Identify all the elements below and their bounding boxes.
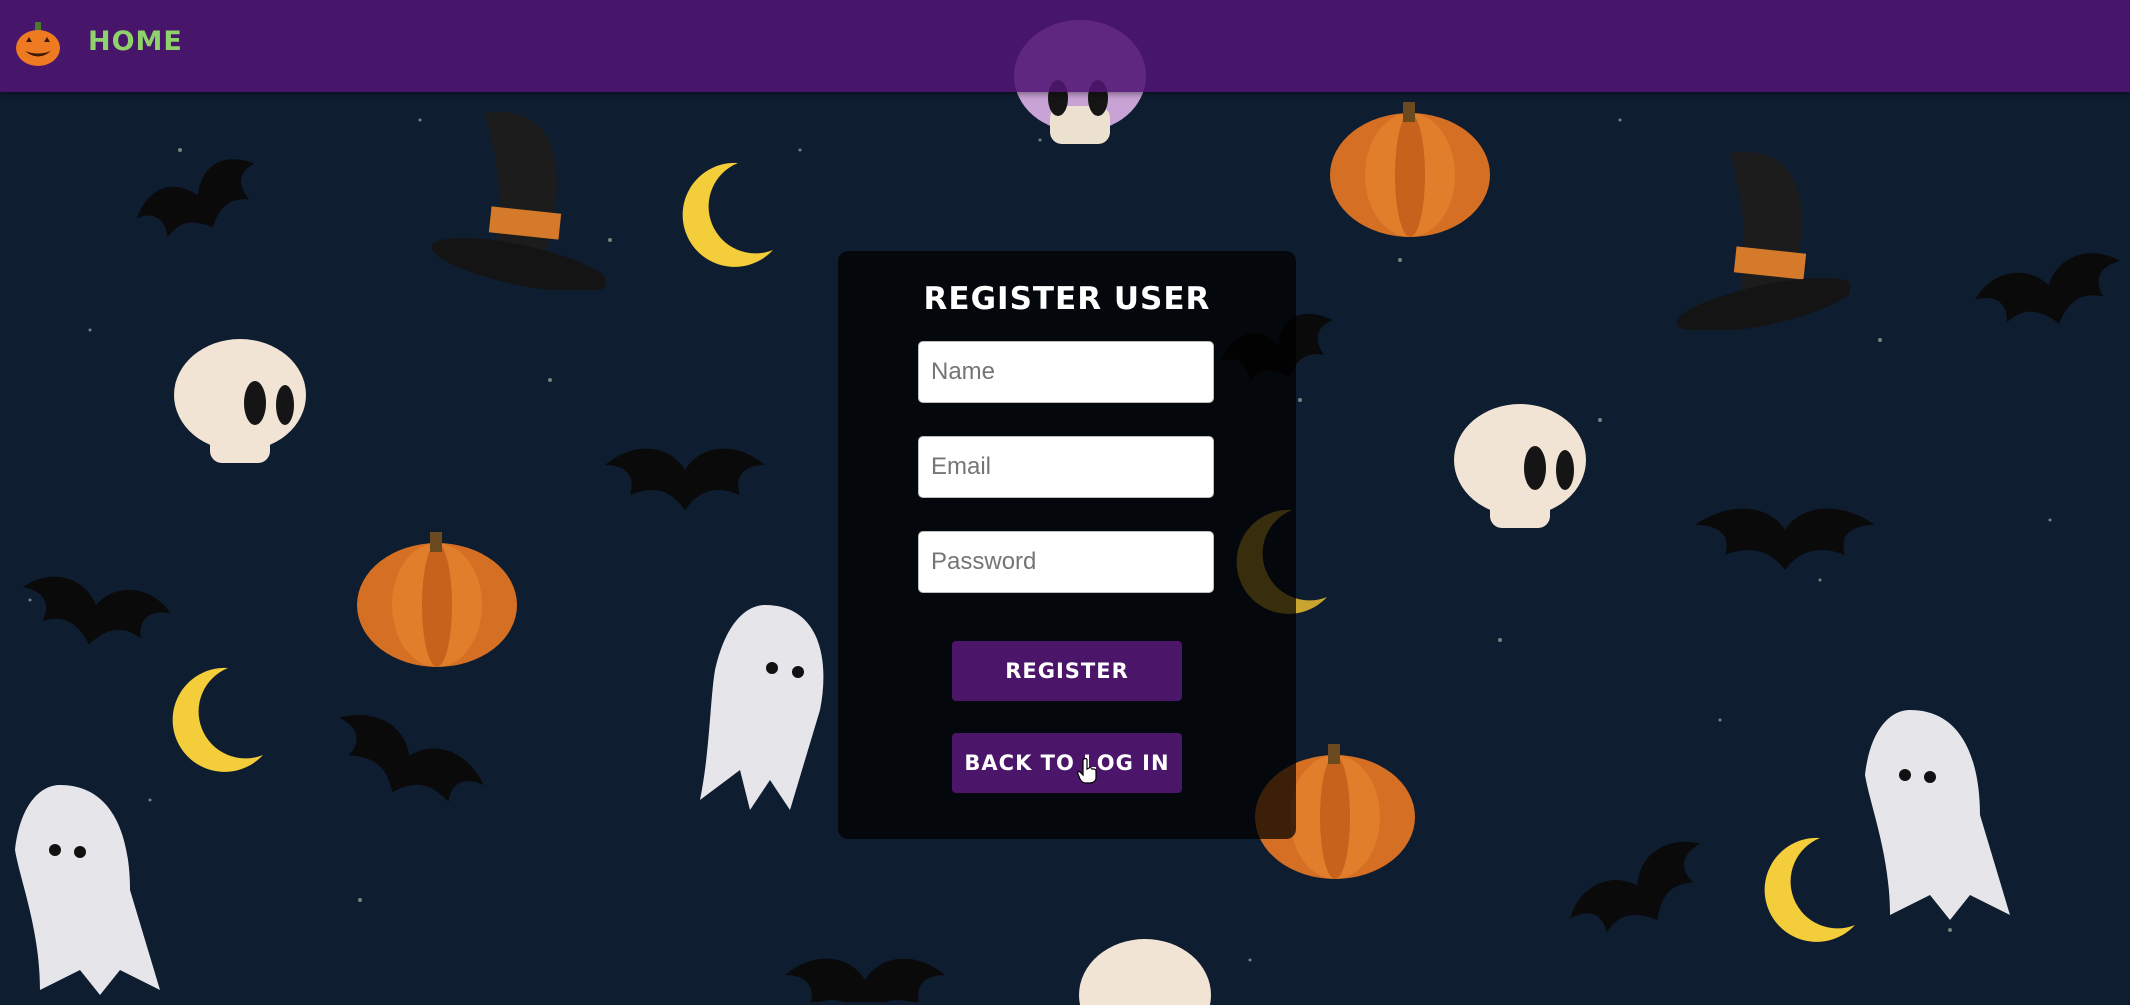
password-field[interactable]: [918, 531, 1214, 593]
name-field[interactable]: [918, 341, 1214, 403]
register-button[interactable]: REGISTER: [952, 641, 1182, 701]
email-field[interactable]: [918, 436, 1214, 498]
bat-icon: [136, 159, 255, 238]
ghost-icon: [700, 605, 824, 810]
skull-icon: [174, 339, 306, 463]
top-navbar: HOME: [0, 0, 2130, 92]
pumpkin-icon: [357, 532, 517, 667]
pumpkin-icon: [1330, 102, 1490, 237]
bat-icon: [1570, 841, 1700, 933]
bat-icon: [338, 714, 484, 802]
bat-icon: [22, 576, 171, 645]
moon-icon: [682, 162, 773, 267]
register-title: REGISTER USER: [923, 281, 1211, 317]
witch-hat-icon: [431, 112, 605, 290]
ghost-icon: [1865, 710, 2010, 920]
nav-home-link[interactable]: HOME: [88, 26, 183, 57]
jack-o-lantern-icon[interactable]: [14, 20, 62, 68]
bat-icon: [1695, 508, 1875, 570]
moon-icon: [1764, 837, 1855, 942]
hand-cursor-icon: [1077, 758, 1097, 784]
back-to-login-button[interactable]: BACK TO LOG IN: [952, 733, 1182, 793]
bat-icon: [1974, 253, 2120, 324]
skull-icon: [1454, 404, 1586, 528]
witch-hat-icon: [1676, 152, 1850, 330]
register-card: REGISTER USER REGISTER BACK TO LOG IN: [838, 251, 1296, 839]
skull-icon: [1079, 939, 1211, 1005]
ghost-icon: [15, 785, 160, 995]
bat-icon: [605, 448, 765, 510]
moon-icon: [172, 667, 263, 772]
bat-icon: [785, 958, 945, 1002]
